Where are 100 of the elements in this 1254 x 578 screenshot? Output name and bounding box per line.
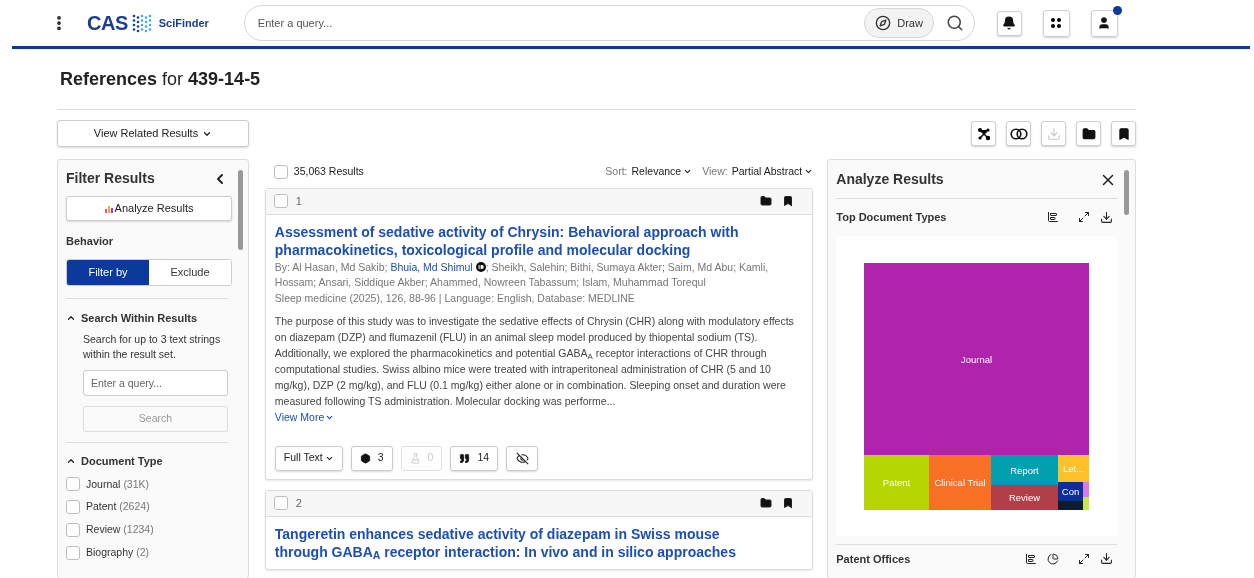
section-title: Top Document Types xyxy=(836,210,947,225)
user-icon xyxy=(1097,16,1112,30)
sort-dropdown[interactable]: Relevance xyxy=(631,164,693,180)
product-name: SciFinder xyxy=(158,15,209,31)
substances-button[interactable]: 3 xyxy=(350,445,393,471)
search-within-field[interactable]: Enter a query... xyxy=(83,370,228,396)
section-title: Patent Offices xyxy=(836,551,911,567)
tile-label: Con xyxy=(1062,485,1080,497)
behavior-toggle[interactable]: Exclude xyxy=(149,259,231,285)
result-number: 1 xyxy=(295,194,302,209)
tile-label: Let... xyxy=(1063,462,1085,474)
compass-icon xyxy=(875,15,892,31)
filter-option[interactable]: Review (1234) xyxy=(86,522,154,538)
result-number: 2 xyxy=(295,495,302,511)
result-title[interactable]: Assessment of sedative activity of Chrysin: Behavioral approach with pharmacokinetics, toxicological profile and molecular docking xyxy=(274,222,804,259)
treemap-tile[interactable] xyxy=(1083,496,1090,510)
overlapping-circles-icon xyxy=(1009,127,1028,140)
checkbox[interactable] xyxy=(66,522,80,537)
section-title[interactable]: Document Type xyxy=(81,453,163,470)
treemap-tile[interactable] xyxy=(864,262,1090,455)
bar-chart-icon[interactable] xyxy=(1025,552,1038,565)
checkbox[interactable] xyxy=(66,500,80,515)
quote-icon xyxy=(459,452,471,464)
bar-chart-icon[interactable] xyxy=(1047,211,1060,224)
tile-label: Review xyxy=(1009,491,1041,503)
bell-icon xyxy=(1002,16,1017,30)
folder-button[interactable] xyxy=(1076,121,1101,146)
bookmark-icon xyxy=(1116,126,1131,141)
treemap-tile[interactable] xyxy=(1083,481,1090,497)
draw-button[interactable]: Draw xyxy=(864,8,934,38)
network-button[interactable] xyxy=(971,121,996,146)
scrollbar[interactable] xyxy=(238,170,243,250)
apps-grid-icon xyxy=(1050,17,1063,29)
folder-icon[interactable] xyxy=(760,497,773,509)
author-link[interactable]: Bhuia, Md Shimul xyxy=(390,260,473,273)
bookmark-icon[interactable] xyxy=(782,195,795,208)
section-label: Behavior xyxy=(66,234,115,249)
treemap-tile[interactable] xyxy=(991,454,1059,485)
results-count: 35,063 Results xyxy=(293,164,364,179)
tile-label: Journal xyxy=(961,353,993,364)
checkbox[interactable] xyxy=(66,477,80,492)
bookmark-button[interactable] xyxy=(1111,121,1136,146)
filter-option[interactable]: Journal (31K) xyxy=(86,476,150,493)
full-text-dropdown[interactable]: Full Text xyxy=(274,445,343,471)
tile-label: Report xyxy=(1010,464,1040,475)
analyze-results-button[interactable]: Analyze Results xyxy=(66,196,232,221)
network-icon xyxy=(976,126,991,141)
eye-off-icon xyxy=(515,451,529,465)
treemap-tile[interactable] xyxy=(929,454,992,510)
apps-button[interactable] xyxy=(1042,9,1070,37)
checkbox[interactable] xyxy=(273,194,288,209)
logo-icon xyxy=(130,13,153,33)
sort-label: Sort: xyxy=(605,164,628,179)
hint-text: Search for up to 3 text strings within the result set. xyxy=(83,332,222,362)
source-text: Sleep medicine (2025), 126, 88-96 | Language: English, Database: MEDLINE xyxy=(274,290,636,306)
page-title: References xyxy=(60,68,158,91)
treemap-tile[interactable] xyxy=(864,454,930,510)
behavior-toggle[interactable]: Filter by xyxy=(67,259,149,285)
view-label: View: xyxy=(702,164,728,179)
view-related-results-dropdown[interactable]: View Related Results xyxy=(57,120,249,147)
logo-text: CAS xyxy=(87,11,128,36)
download-icon xyxy=(1046,126,1061,141)
page-title-connector: for xyxy=(162,68,184,91)
filter-option[interactable]: Biography (2) xyxy=(86,544,150,561)
treemap-tile[interactable] xyxy=(991,484,1059,510)
view-more-link[interactable]: View More xyxy=(274,409,335,426)
folder-icon xyxy=(1081,126,1096,141)
treemap-tile[interactable] xyxy=(1058,454,1090,482)
citations-button[interactable]: 14 xyxy=(450,445,499,471)
search-icon[interactable] xyxy=(945,14,964,32)
flask-icon xyxy=(409,452,421,464)
scrollbar[interactable] xyxy=(1124,170,1130,215)
combine-button[interactable] xyxy=(1006,121,1031,146)
query-value: 439-14-5 xyxy=(188,68,261,91)
result-title[interactable]: Tangeretin enhances sedative activity of diazepam in Swiss mouse through GABA$_{A}$ receptor interaction: In vivo and in silico approaches xyxy=(274,524,804,561)
checkbox[interactable] xyxy=(66,545,80,560)
abstract-text: The purpose of this study was to investigate the sedative effects of Chrysin (CHR) along with modulatory effects on diazepam (DZP) and flumazenil (FLU) in an animal sleep model produced by thiopental sodium (TS). Additionally, we explored the pharmacokinetics and potential GABA$_{A}$ receptor interactions of CHR through computational studies. Swiss albino mice were treated with intraperitoneal administration of CHR (5 and 10 mg/kg), DZP (2 mg/kg), and FLU (0.1 mg/kg) either alone or in combination. Sleeping onset and duration were measured following TS administration. Molecular docking was performe... xyxy=(274,313,795,409)
hide-button[interactable] xyxy=(506,445,539,471)
view-dropdown[interactable]: Partial Abstract xyxy=(731,164,814,180)
expand-icon[interactable] xyxy=(1078,552,1091,565)
select-all-checkbox[interactable] xyxy=(273,164,288,179)
download-icon[interactable] xyxy=(1100,210,1114,224)
pie-chart-icon[interactable] xyxy=(1047,552,1060,565)
bar-chart-icon xyxy=(104,204,113,213)
checkbox[interactable] xyxy=(273,496,288,510)
section-title[interactable]: Search Within Results xyxy=(81,309,198,326)
tile-label: Clinical Trial xyxy=(934,476,986,488)
download-icon[interactable] xyxy=(1100,552,1114,566)
folder-icon[interactable] xyxy=(760,195,773,208)
treemap-tile[interactable] xyxy=(1058,500,1084,510)
authors-text: By: Al Hasan, Md Sakib; Bhuia, Md Shimul ; Sheikh, Salehin; Bithi, Sumaya Akter; Saim, Md Abu; Kamli, Hossam; Ansari, Siddique Akber; Ahammed, Nowreen Tabassum; Islam, Muhammad Torequl xyxy=(274,259,770,290)
panel-title: Filter Results xyxy=(66,169,155,188)
bookmark-icon[interactable] xyxy=(782,497,795,509)
hexagon-icon xyxy=(359,452,371,464)
panel-title: Analyze Results xyxy=(836,170,944,189)
filter-option[interactable]: Patent (2624) xyxy=(86,499,150,515)
orcid-icon[interactable] xyxy=(475,261,486,272)
expand-icon[interactable] xyxy=(1078,211,1091,224)
tile-label: Patent xyxy=(883,476,911,488)
notifications-button[interactable] xyxy=(996,10,1022,36)
